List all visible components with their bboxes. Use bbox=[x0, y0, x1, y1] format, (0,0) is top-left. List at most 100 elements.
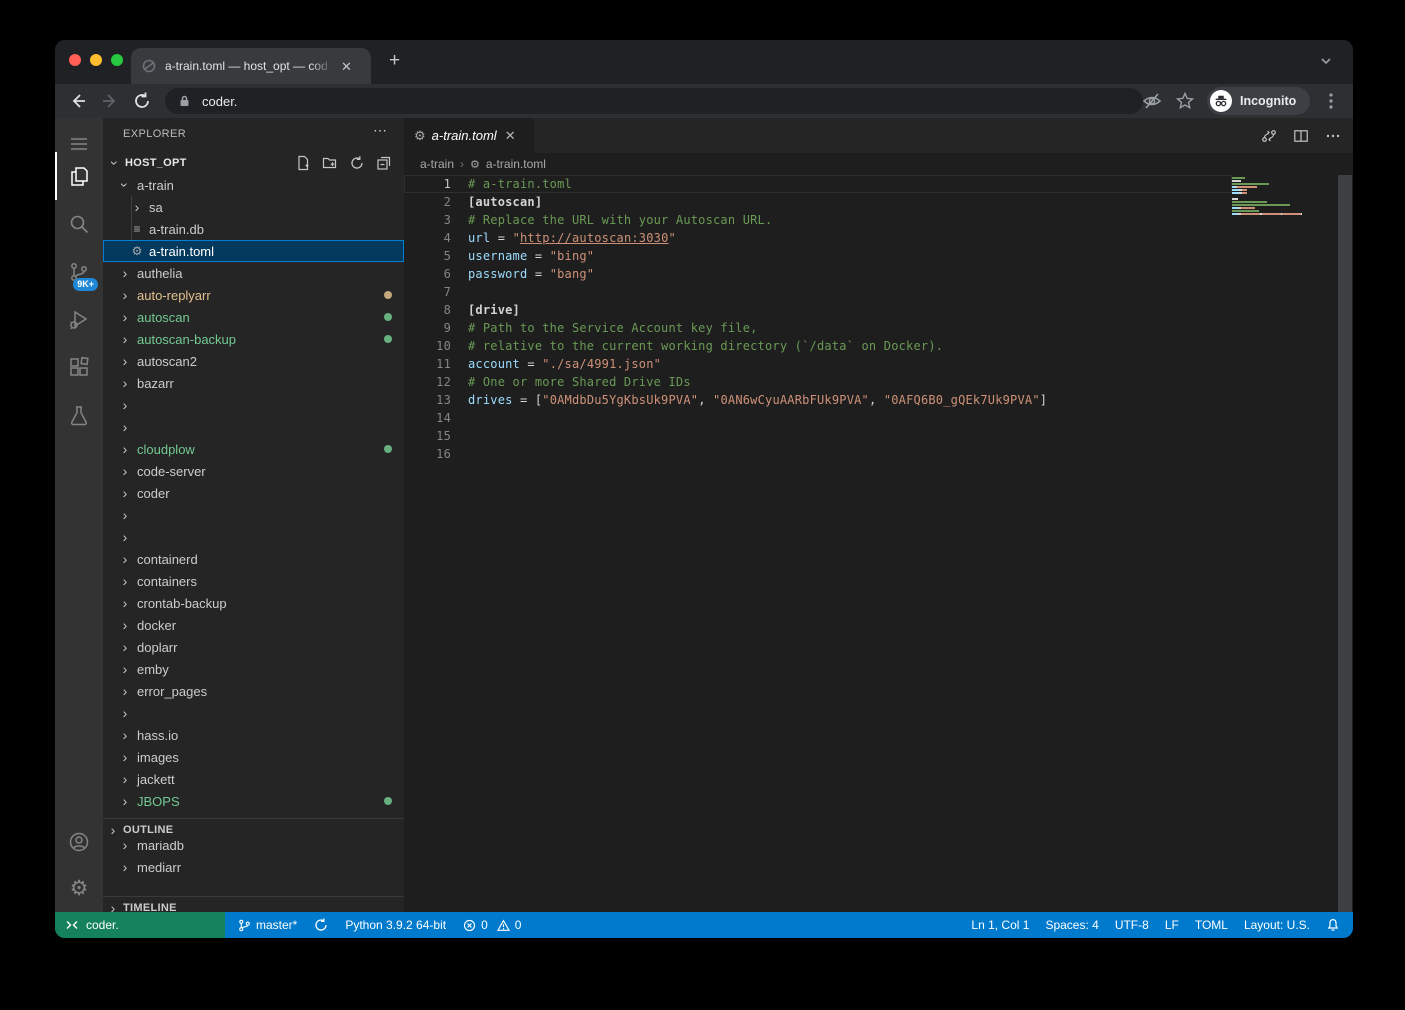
tree-item-cloudplow[interactable]: ›cloudplow bbox=[103, 438, 404, 460]
problems-status[interactable]: 0 0 bbox=[463, 918, 521, 932]
remote-indicator[interactable]: coder. bbox=[55, 912, 225, 938]
new-tab-button[interactable]: + bbox=[389, 50, 400, 72]
minimize-window-button[interactable] bbox=[90, 54, 102, 66]
editor-scrollbar[interactable] bbox=[1338, 175, 1352, 912]
browser-menu-icon[interactable] bbox=[1321, 91, 1341, 111]
tree-item-a-train.db[interactable]: ≡a-train.db bbox=[103, 218, 404, 240]
tree-item-crontab-backup[interactable]: ›crontab-backup bbox=[103, 592, 404, 614]
code-line[interactable]: 12# One or more Shared Drive IDs bbox=[404, 373, 1232, 391]
breadcrumb[interactable]: a-train › ⚙ a-train.toml bbox=[420, 153, 546, 175]
tree-item-doplarr[interactable]: ›doplarr bbox=[103, 636, 404, 658]
code-line[interactable]: 7 bbox=[404, 283, 1232, 301]
tab-close-icon[interactable]: ✕ bbox=[341, 60, 352, 73]
run-debug-icon[interactable] bbox=[55, 296, 103, 344]
keyboard-layout-status[interactable]: Layout: U.S. bbox=[1244, 918, 1310, 932]
tree-item[interactable]: › bbox=[103, 416, 404, 438]
tree-item-a-train[interactable]: ›a-train bbox=[103, 174, 404, 196]
code-line[interactable]: 5username = "bing" bbox=[404, 247, 1232, 265]
tree-item-autoscan-backup[interactable]: ›autoscan-backup bbox=[103, 328, 404, 350]
forward-icon[interactable] bbox=[100, 91, 120, 111]
tree-item-hass.io[interactable]: ›hass.io bbox=[103, 724, 404, 746]
back-icon[interactable] bbox=[68, 91, 88, 111]
activity-bar: 9K+ ⚙ bbox=[55, 118, 103, 912]
minimap[interactable] bbox=[1232, 177, 1312, 225]
tree-item-authelia[interactable]: ›authelia bbox=[103, 262, 404, 284]
split-editor-icon[interactable] bbox=[1293, 128, 1309, 144]
tree-item[interactable]: › bbox=[103, 394, 404, 416]
tree-item-bazarr[interactable]: ›bazarr bbox=[103, 372, 404, 394]
incognito-badge[interactable]: Incognito bbox=[1207, 87, 1310, 115]
refresh-icon[interactable] bbox=[349, 155, 365, 171]
code-line[interactable]: 14 bbox=[404, 409, 1232, 427]
testing-icon[interactable] bbox=[55, 392, 103, 440]
python-version-status[interactable]: Python 3.9.2 64-bit bbox=[345, 918, 446, 932]
tree-item-containers[interactable]: ›containers bbox=[103, 570, 404, 592]
close-window-button[interactable] bbox=[69, 54, 81, 66]
notifications-bell-icon[interactable] bbox=[1326, 918, 1340, 932]
tree-item-emby[interactable]: ›emby bbox=[103, 658, 404, 680]
tree-item-docker[interactable]: ›docker bbox=[103, 614, 404, 636]
maximize-window-button[interactable] bbox=[111, 54, 123, 66]
tree-item[interactable]: › bbox=[103, 526, 404, 548]
code-line[interactable]: 13drives = ["0AMdbDu5YgKbsUk9PVA", "0AN6… bbox=[404, 391, 1232, 409]
tree-item-JBOPS[interactable]: ›JBOPS bbox=[103, 790, 404, 812]
tree-item-autoscan[interactable]: ›autoscan bbox=[103, 306, 404, 328]
tab-search-chevron-icon[interactable] bbox=[1319, 54, 1333, 68]
code-line[interactable]: 3# Replace the URL with your Autoscan UR… bbox=[404, 211, 1232, 229]
tree-item[interactable]: › bbox=[103, 702, 404, 724]
tree-item-auto-replyarr[interactable]: ›auto-replyarr bbox=[103, 284, 404, 306]
workspace-section-header[interactable]: › HOST_OPT bbox=[107, 152, 187, 174]
git-branch-status[interactable]: master* bbox=[238, 918, 297, 932]
tree-item-images[interactable]: ›images bbox=[103, 746, 404, 768]
tree-item-containerd[interactable]: ›containerd bbox=[103, 548, 404, 570]
code-line[interactable]: 6password = "bang" bbox=[404, 265, 1232, 283]
encoding-status[interactable]: UTF-8 bbox=[1115, 918, 1149, 932]
cursor-position-status[interactable]: Ln 1, Col 1 bbox=[971, 918, 1029, 932]
editor-more-icon[interactable] bbox=[1325, 128, 1341, 144]
collapse-all-icon[interactable] bbox=[376, 155, 392, 171]
outline-section[interactable]: › OUTLINE bbox=[103, 818, 404, 841]
indentation-status[interactable]: Spaces: 4 bbox=[1045, 918, 1098, 932]
reload-icon[interactable] bbox=[132, 91, 152, 111]
breadcrumb-file[interactable]: a-train.toml bbox=[486, 157, 546, 171]
new-folder-icon[interactable] bbox=[322, 155, 338, 171]
new-file-icon[interactable] bbox=[295, 155, 311, 171]
tree-item[interactable]: › bbox=[103, 504, 404, 526]
editor-tab[interactable]: ⚙ a-train.toml ✕ bbox=[404, 118, 534, 153]
code-line[interactable]: 4url = "http://autoscan:3030" bbox=[404, 229, 1232, 247]
code-line[interactable]: 10# relative to the current working dire… bbox=[404, 337, 1232, 355]
sync-icon[interactable] bbox=[314, 918, 328, 932]
tree-item-autoscan2[interactable]: ›autoscan2 bbox=[103, 350, 404, 372]
eye-off-icon[interactable] bbox=[1142, 91, 1162, 111]
eol-status[interactable]: LF bbox=[1165, 918, 1179, 932]
tree-item-a-train.toml[interactable]: ⚙a-train.toml bbox=[103, 240, 404, 262]
account-icon[interactable] bbox=[55, 818, 103, 866]
browser-tab[interactable]: a-train.toml — host_opt — cod ✕ bbox=[131, 48, 371, 84]
breadcrumb-folder[interactable]: a-train bbox=[420, 157, 454, 171]
code-line[interactable]: 1# a-train.toml bbox=[404, 175, 1232, 193]
tree-item-mediarr[interactable]: ›mediarr bbox=[103, 856, 404, 874]
editor-tab-close-icon[interactable]: ✕ bbox=[505, 128, 516, 144]
search-icon[interactable] bbox=[55, 200, 103, 248]
tree-item-coder[interactable]: ›coder bbox=[103, 482, 404, 504]
code-line[interactable]: 16 bbox=[404, 445, 1232, 463]
url-bar[interactable]: coder. bbox=[165, 88, 1143, 114]
code-line[interactable]: 11account = "./sa/4991.json" bbox=[404, 355, 1232, 373]
source-control-icon[interactable]: 9K+ bbox=[55, 248, 103, 296]
extensions-icon[interactable] bbox=[55, 344, 103, 392]
tree-item-error_pages[interactable]: ›error_pages bbox=[103, 680, 404, 702]
code-line[interactable]: 8[drive] bbox=[404, 301, 1232, 319]
tree-item-jackett[interactable]: ›jackett bbox=[103, 768, 404, 790]
code-area[interactable]: 1# a-train.toml2[autoscan]3# Replace the… bbox=[404, 175, 1353, 912]
tree-item-code-server[interactable]: ›code-server bbox=[103, 460, 404, 482]
explorer-more-icon[interactable]: ⋯ bbox=[373, 122, 388, 139]
settings-gear-icon[interactable]: ⚙ bbox=[55, 864, 103, 912]
code-line[interactable]: 9# Path to the Service Account key file, bbox=[404, 319, 1232, 337]
bookmark-star-icon[interactable] bbox=[1175, 91, 1195, 111]
open-changes-icon[interactable] bbox=[1261, 128, 1277, 144]
tree-item-sa[interactable]: ›sa bbox=[103, 196, 404, 218]
language-mode-status[interactable]: TOML bbox=[1195, 918, 1228, 932]
explorer-icon[interactable] bbox=[55, 152, 103, 200]
code-line[interactable]: 2[autoscan] bbox=[404, 193, 1232, 211]
code-line[interactable]: 15 bbox=[404, 427, 1232, 445]
